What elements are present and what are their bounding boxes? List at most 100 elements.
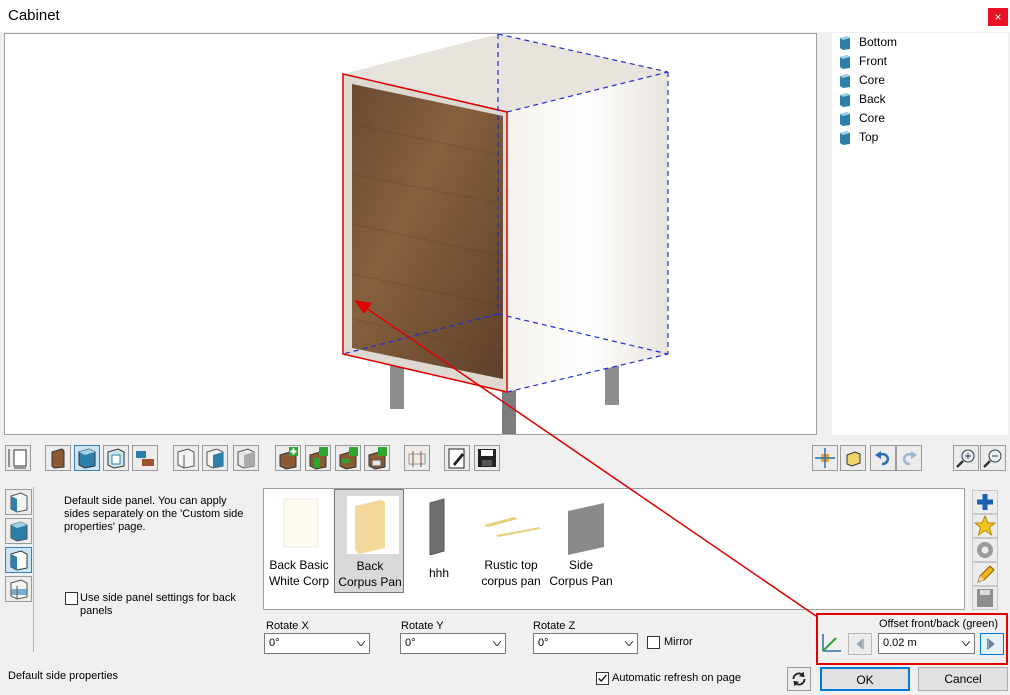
zoom-in-icon bbox=[956, 449, 975, 468]
cabinet-grey-icon bbox=[237, 448, 255, 469]
side-panel-button[interactable] bbox=[74, 445, 100, 471]
status-text: Default side properties bbox=[8, 670, 119, 682]
save-icon bbox=[478, 449, 496, 467]
edit-material-button[interactable] bbox=[972, 562, 998, 586]
auto-refresh-label: Automatic refresh on page bbox=[612, 672, 742, 684]
add-front-button[interactable] bbox=[335, 445, 361, 471]
tree-item-core[interactable]: Core bbox=[838, 71, 885, 90]
tree-item-core-2[interactable]: Core bbox=[838, 109, 885, 128]
panel-icon bbox=[840, 130, 850, 145]
zoom-in-button[interactable] bbox=[953, 445, 979, 471]
cube-icon bbox=[846, 451, 861, 467]
add-material-button[interactable] bbox=[972, 490, 998, 514]
offset-increase-button[interactable] bbox=[980, 633, 1004, 655]
auto-refresh-checkbox[interactable] bbox=[596, 672, 609, 685]
chevron-down-icon bbox=[962, 641, 970, 646]
mirror-checkbox[interactable] bbox=[647, 636, 660, 649]
material-thumbnail bbox=[429, 498, 445, 555]
panel-wire-icon bbox=[10, 579, 28, 600]
save-button[interactable] bbox=[474, 445, 500, 471]
rotate-y-select[interactable]: 0° bbox=[400, 633, 506, 654]
star-icon bbox=[973, 515, 997, 537]
cabinet-teal-icon bbox=[206, 448, 224, 469]
gallery-label: Corpus Pan bbox=[549, 574, 613, 588]
cabinet-outline-button[interactable] bbox=[173, 445, 199, 471]
side-tab-panel-front[interactable] bbox=[5, 518, 32, 544]
edit-icon bbox=[448, 448, 465, 469]
save-material-button[interactable] bbox=[972, 586, 998, 610]
gallery-item-rustic-top[interactable]: Rustic top corpus pan bbox=[476, 489, 546, 593]
add-shelf-icon bbox=[309, 447, 328, 470]
door-panel-button[interactable] bbox=[45, 445, 71, 471]
panel-description: Default side panel. You can apply sides … bbox=[64, 495, 244, 533]
panel-icon bbox=[840, 111, 850, 126]
edit-button[interactable] bbox=[444, 445, 470, 471]
panel-icon bbox=[840, 54, 850, 69]
disk-icon bbox=[977, 589, 993, 607]
refresh-icon bbox=[792, 671, 806, 687]
gallery-item-back-corpus[interactable]: Back Corpus Pan bbox=[334, 489, 404, 593]
refresh-button[interactable] bbox=[787, 667, 811, 691]
drawer-icon bbox=[136, 451, 154, 466]
gallery-item-side-corpus[interactable]: Side Corpus Pan bbox=[546, 489, 616, 593]
rotate-x-select[interactable]: 0° bbox=[264, 633, 370, 654]
favorite-button[interactable] bbox=[972, 514, 998, 538]
panel-side-icon bbox=[10, 550, 28, 571]
dimensions-icon bbox=[8, 449, 27, 469]
side-tab-panel-left[interactable] bbox=[5, 489, 32, 515]
move-button[interactable] bbox=[812, 445, 838, 471]
frame-button[interactable] bbox=[103, 445, 129, 471]
3d-viewport[interactable] bbox=[4, 33, 817, 435]
add-panel-icon bbox=[279, 447, 298, 470]
close-button[interactable]: × bbox=[988, 8, 1008, 26]
step-back-icon bbox=[856, 638, 865, 650]
undo-icon bbox=[875, 451, 890, 466]
use-side-panel-checkbox[interactable] bbox=[65, 592, 78, 605]
panel-icon bbox=[840, 73, 850, 88]
use-side-panel-label: Use side panel settings for back panels bbox=[80, 592, 236, 617]
frame-icon bbox=[107, 448, 125, 469]
material-gallery: Back Basic White Corp Back Corpus Pan hh… bbox=[263, 488, 965, 610]
side-tab-panel-wire[interactable] bbox=[5, 576, 32, 602]
material-thumbnail bbox=[484, 517, 540, 537]
settings-button[interactable] bbox=[972, 538, 998, 562]
drawer-button[interactable] bbox=[132, 445, 158, 471]
zoom-out-icon bbox=[983, 449, 1002, 468]
add-drawer-button[interactable] bbox=[364, 445, 390, 471]
material-thumbnail bbox=[347, 496, 399, 554]
offset-select[interactable]: 0.02 m bbox=[878, 633, 975, 654]
chevron-down-icon bbox=[493, 641, 501, 646]
gallery-item-hhh[interactable]: hhh bbox=[404, 489, 474, 593]
cabinet-outline-icon bbox=[177, 448, 195, 469]
ok-button[interactable]: OK bbox=[820, 667, 910, 691]
add-front-icon bbox=[339, 447, 358, 470]
undo-button[interactable] bbox=[870, 445, 896, 471]
cabinet-teal-button[interactable] bbox=[202, 445, 228, 471]
dimensions-button[interactable] bbox=[5, 445, 31, 471]
hardware-icon bbox=[408, 451, 426, 467]
component-tree: Bottom Front Core Back Core Top bbox=[832, 33, 1008, 435]
tree-item-top[interactable]: Top bbox=[838, 128, 878, 147]
rotate-z-select[interactable]: 0° bbox=[533, 633, 638, 654]
tree-item-back[interactable]: Back bbox=[838, 90, 886, 109]
tree-item-front[interactable]: Front bbox=[838, 52, 887, 71]
cube-button[interactable] bbox=[840, 445, 866, 471]
cabinet-render bbox=[342, 34, 669, 434]
cabinet-grey-button[interactable] bbox=[233, 445, 259, 471]
panel-front-icon bbox=[10, 521, 28, 542]
gallery-item-back-basic[interactable]: Back Basic White Corp bbox=[264, 489, 334, 593]
rotate-x-label: Rotate X bbox=[266, 620, 309, 632]
chevron-down-icon bbox=[625, 641, 633, 646]
axis-icon bbox=[822, 634, 841, 652]
material-thumbnail bbox=[568, 503, 604, 555]
offset-decrease-button[interactable] bbox=[848, 633, 872, 655]
zoom-out-button[interactable] bbox=[980, 445, 1006, 471]
cancel-button[interactable]: Cancel bbox=[918, 667, 1008, 691]
hardware-button[interactable] bbox=[404, 445, 430, 471]
redo-icon bbox=[902, 451, 917, 466]
add-panel-button[interactable] bbox=[275, 445, 301, 471]
tree-item-bottom[interactable]: Bottom bbox=[838, 33, 897, 52]
side-tab-panel-side[interactable] bbox=[5, 547, 32, 573]
add-shelf-button[interactable] bbox=[305, 445, 331, 471]
redo-button[interactable] bbox=[896, 445, 922, 471]
